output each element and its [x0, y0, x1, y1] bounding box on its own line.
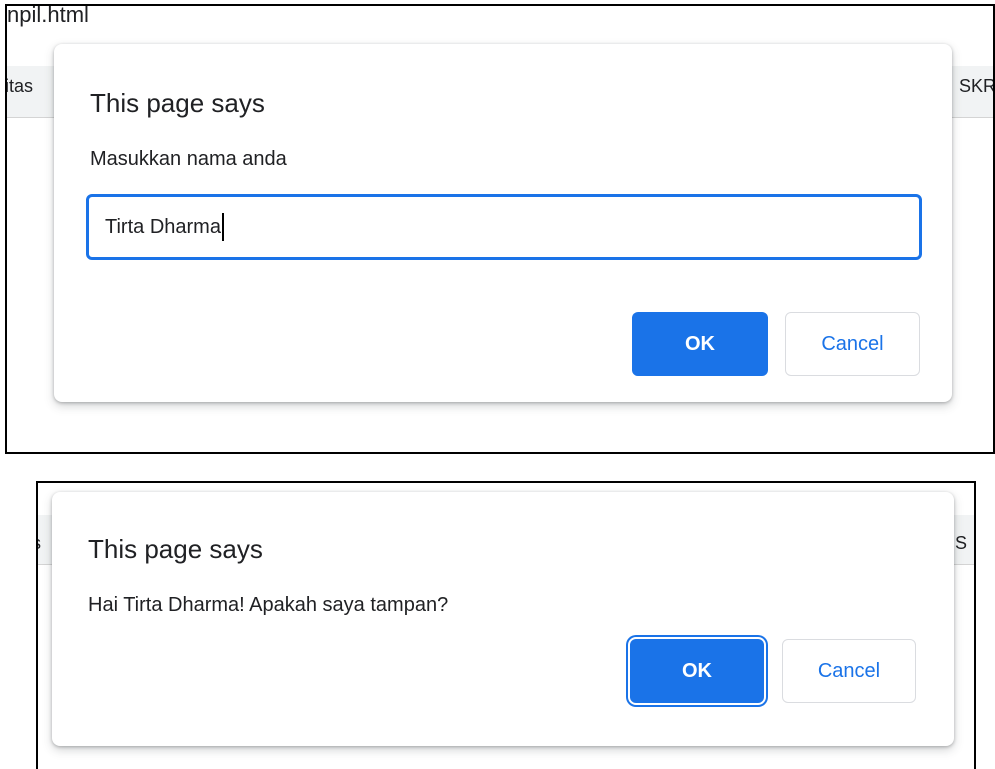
bookmark-item-left[interactable]: itas: [7, 76, 33, 97]
cancel-button[interactable]: Cancel: [785, 312, 920, 376]
cancel-button[interactable]: Cancel: [782, 639, 916, 703]
dialog-title: This page says: [90, 88, 265, 118]
bookmark-item-left[interactable]: s: [38, 533, 41, 554]
dialog-message: Masukkan nama anda: [90, 148, 287, 170]
prompt-input[interactable]: Tirta Dharma: [86, 194, 922, 260]
ok-button[interactable]: OK: [632, 312, 768, 376]
dialog-message: Hai Tirta Dharma! Apakah saya tampan?: [88, 594, 449, 616]
prompt-input-value: Tirta Dharma: [105, 215, 221, 238]
dialog-title: This page says: [88, 534, 263, 564]
prompt-dialog: This page says Masukkan nama anda Tirta …: [54, 44, 952, 402]
bookmark-item-right[interactable]: SKR: [959, 76, 993, 97]
ok-button[interactable]: OK: [630, 639, 764, 703]
confirm-dialog: This page says Hai Tirta Dharma! Apakah …: [52, 492, 954, 746]
confirm-screenshot-panel: s S This page says Hai Tirta Dharma! Apa…: [36, 481, 976, 769]
tab-title[interactable]: npil.html: [7, 6, 89, 28]
text-caret: [221, 213, 224, 241]
prompt-screenshot-panel: npil.html itas SKR This page says Masukk…: [5, 4, 995, 454]
bookmark-item-right[interactable]: S: [955, 533, 967, 554]
